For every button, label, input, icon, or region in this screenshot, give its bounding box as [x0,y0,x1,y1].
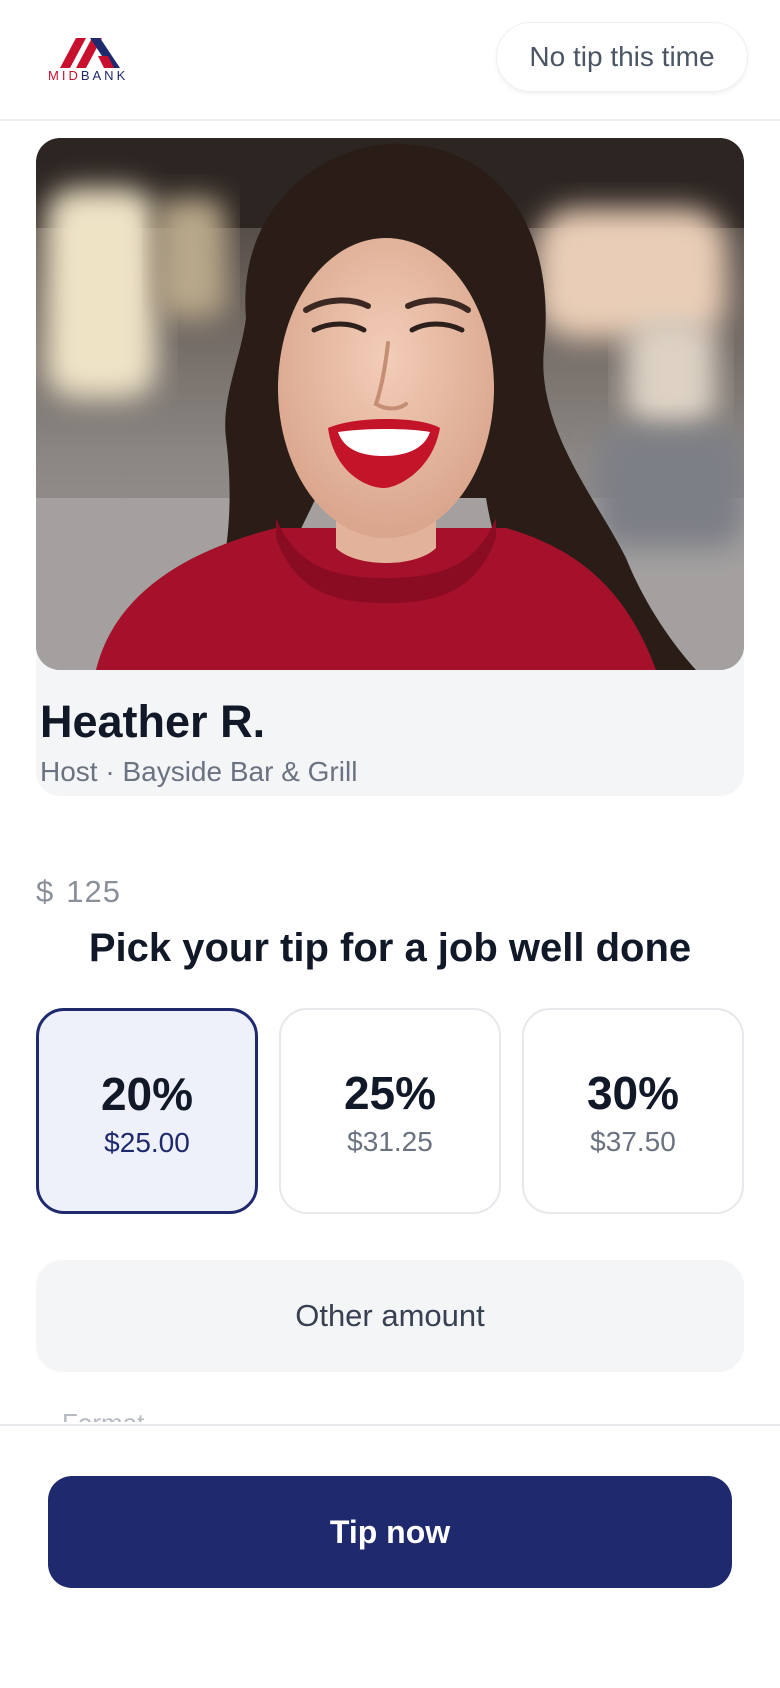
tip-prompt: Pick your tip for a job well done [88,926,692,970]
no-tip-button[interactable]: No tip this time [496,22,748,92]
logo-wordmark: MIDBANK [48,68,129,83]
employee-card: Heather R. Host · Bayside Bar & Grill [36,138,744,796]
employee-photo [36,138,744,670]
employee-role: Host · Bayside Bar & Grill [40,756,358,787]
bill-value: 125 [66,874,121,909]
tip-amount: $31.25 [347,1126,433,1157]
midbank-logo: MIDBANK [46,34,142,86]
hidden-field-label: Format [62,1410,182,1422]
tip-option-20[interactable]: 20% $25.00 [36,1008,258,1214]
tip-percent: 30% [586,1067,680,1119]
tip-percent: 20% [100,1068,194,1120]
footer-bar: Tip now [0,1424,780,1688]
header: MIDBANK No tip this time [0,0,780,121]
currency-symbol: $ [36,874,55,909]
tip-screen: MIDBANK No tip this time Heather R. Host… [0,0,780,1688]
tip-now-button[interactable]: Tip now [48,1476,732,1588]
other-amount-button[interactable]: Other amount [36,1260,744,1372]
employee-name: Heather R. [40,696,266,747]
tip-option-25[interactable]: 25% $31.25 [279,1008,501,1214]
tip-amount: $25.00 [104,1127,190,1158]
bill-amount: $125 [36,874,121,910]
tip-options: 20% $25.00 25% $31.25 30% $37.50 [36,1008,744,1214]
tip-option-30[interactable]: 30% $37.50 [522,1008,744,1214]
midbank-logo-icon [60,38,120,68]
tip-amount: $37.50 [590,1126,676,1157]
tip-percent: 25% [343,1067,437,1119]
